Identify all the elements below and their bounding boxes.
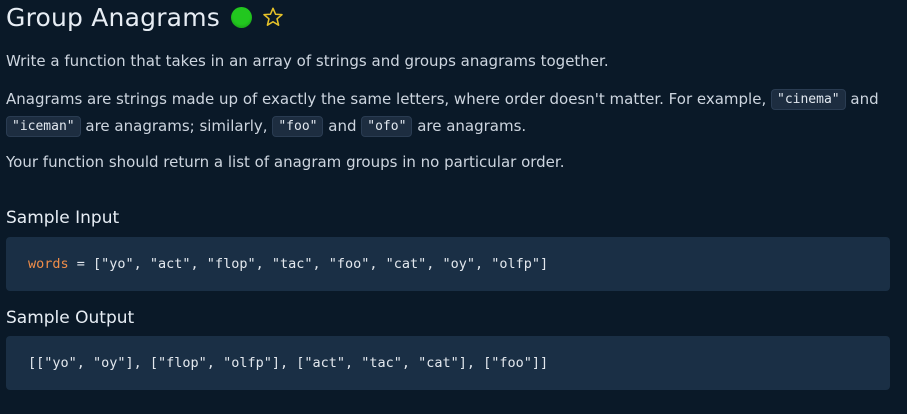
problem-page: Group Anagrams Write a function that tak… <box>0 0 907 414</box>
description-text: are anagrams; similarly, <box>85 117 268 135</box>
sample-input-value: = ["yo", "act", "flop", "tac", "foo", "c… <box>68 256 549 272</box>
inline-code-cinema: "cinema" <box>771 89 846 110</box>
inline-code-foo: "foo" <box>272 116 324 137</box>
description-text: and <box>850 90 879 108</box>
solved-status-dot-icon <box>230 6 252 28</box>
description-text: Anagrams are strings made up of exactly … <box>6 90 767 108</box>
sample-output-code-block: [["yo", "oy"], ["flop", "olfp"], ["act",… <box>6 336 890 390</box>
description-text: and <box>328 117 357 135</box>
inline-code-ofo: "ofo" <box>361 116 413 137</box>
description-paragraph-2-line-1: Anagrams are strings made up of exactly … <box>6 89 879 110</box>
sample-input-code-block: words = ["yo", "act", "flop", "tac", "fo… <box>6 237 890 291</box>
sample-input-heading: Sample Input <box>6 208 120 228</box>
description-paragraph-2-line-2: "iceman" are anagrams; similarly, "foo" … <box>6 116 526 137</box>
description-paragraph-3: Your function should return a list of an… <box>6 153 565 171</box>
problem-title: Group Anagrams <box>6 2 220 32</box>
description-paragraph-1: Write a function that takes in an array … <box>6 52 609 70</box>
description-text: are anagrams. <box>417 117 527 135</box>
inline-code-iceman: "iceman" <box>6 116 81 137</box>
sample-output-heading: Sample Output <box>6 308 135 328</box>
star-outline-icon[interactable] <box>262 6 284 28</box>
title-row: Group Anagrams <box>6 0 284 34</box>
sample-input-variable: words <box>28 256 69 272</box>
sample-output-value: [["yo", "oy"], ["flop", "olfp"], ["act",… <box>28 355 549 371</box>
